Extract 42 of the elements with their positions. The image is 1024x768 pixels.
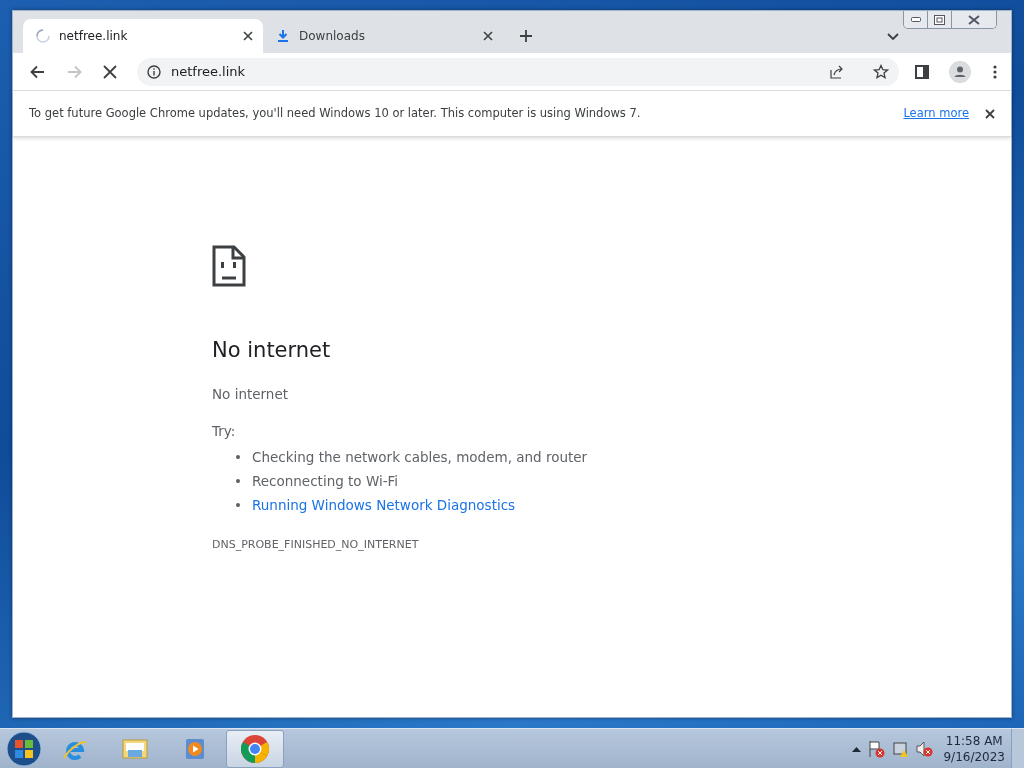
maximize-button[interactable] <box>928 11 952 28</box>
sad-page-icon <box>212 245 246 287</box>
suggestion-text: Reconnecting to Wi-Fi <box>252 473 399 489</box>
clock-date: 9/16/2023 <box>943 748 1005 765</box>
browser-tab[interactable]: Downloads <box>263 19 503 53</box>
star-icon[interactable] <box>873 63 889 80</box>
show-hidden-icons-icon[interactable] <box>852 745 862 752</box>
close-icon[interactable] <box>243 31 253 41</box>
network-icon[interactable] <box>891 739 910 758</box>
browser-tab[interactable]: netfree.link <box>23 19 263 53</box>
close-icon[interactable] <box>985 108 995 119</box>
minimize-button[interactable] <box>904 11 928 28</box>
update-message: To get future Google Chrome updates, you'll need Windows 10 or later. This computer is using Windows 7. <box>29 104 642 122</box>
info-icon <box>147 64 161 79</box>
learn-more-link[interactable]: Learn more <box>903 104 969 123</box>
address-bar[interactable]: netfree.link <box>137 57 899 86</box>
error-code: DNS_PROBE_FINISHED_NO_INTERNET <box>212 537 420 553</box>
bullet: • <box>234 496 243 515</box>
download-icon <box>275 28 291 44</box>
bullet: • <box>234 448 243 467</box>
minimize-icon[interactable] <box>910 16 921 23</box>
loading-spinner-icon <box>35 28 51 44</box>
close-icon[interactable] <box>967 14 981 25</box>
chevron-down-icon[interactable] <box>887 33 899 41</box>
url-text: netfree.link <box>171 62 246 81</box>
share-icon[interactable] <box>829 63 845 80</box>
clock-time: 11:58 AM <box>944 732 1004 749</box>
diagnostics-link[interactable]: Running Windows Network Diagnostics <box>252 497 516 513</box>
menu-icon[interactable] <box>993 64 997 79</box>
taskbar-button[interactable] <box>226 729 284 768</box>
speaker-icon[interactable] <box>915 739 934 758</box>
error-title: No internet <box>212 337 332 364</box>
error-subtitle: No internet <box>212 384 290 404</box>
close-button[interactable] <box>952 11 996 28</box>
suggestion-text: Checking the network cables, modem, and router <box>252 449 588 465</box>
try-label: Try: <box>212 421 237 441</box>
restore-icon[interactable] <box>934 14 945 25</box>
plus-icon[interactable] <box>519 29 533 43</box>
close-icon[interactable] <box>483 31 493 41</box>
chrome-icon <box>239 732 271 765</box>
flag-icon[interactable] <box>867 739 886 758</box>
bullet: • <box>234 472 243 491</box>
